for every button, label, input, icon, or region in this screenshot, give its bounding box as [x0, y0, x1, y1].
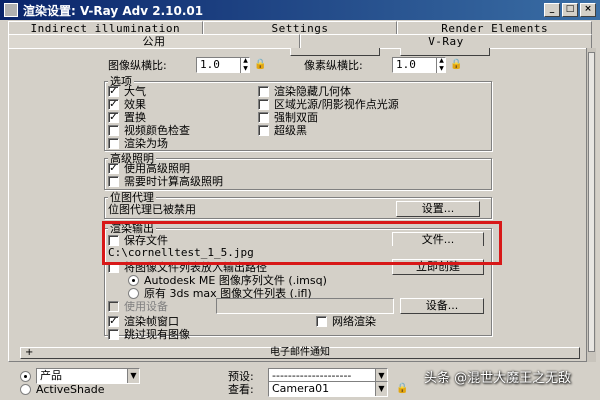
legacy-ifl-radio[interactable]: [128, 287, 139, 299]
view-label: 查看:: [228, 383, 254, 396]
option-render-to-fields[interactable]: 渲染为场: [108, 135, 168, 151]
option-render-to-fields-checkbox[interactable]: [108, 137, 119, 149]
option-video-color-check-checkbox[interactable]: [108, 124, 119, 136]
product-mode-radio[interactable]: [20, 370, 31, 382]
annotation-highlight-box: [102, 221, 502, 265]
minimize-button[interactable]: _: [544, 3, 560, 17]
chevron-down-icon: ▼: [375, 382, 387, 396]
chevron-down-icon: ▼: [127, 369, 139, 383]
tab-vray[interactable]: V-Ray: [300, 34, 592, 49]
bitmap-proxy-status: 位图代理已被禁用: [108, 203, 196, 216]
pixel-aspect-label: 像素纵横比:: [304, 59, 363, 72]
option-displacement-checkbox[interactable]: ✓: [108, 111, 119, 123]
tab-common[interactable]: 公用: [8, 34, 300, 49]
render-frame-window-checkbox[interactable]: ✓: [108, 315, 119, 327]
option-render-hidden-checkbox[interactable]: [258, 85, 269, 97]
compute-advanced-lighting-checkbox[interactable]: [108, 175, 119, 187]
option-area-lights-as-points-checkbox[interactable]: [258, 98, 269, 110]
use-device-option[interactable]: 使用设备: [108, 298, 168, 314]
use-device-checkbox[interactable]: [108, 300, 119, 312]
bitmap-proxy-setup-button[interactable]: 设置...: [396, 201, 480, 217]
device-name-field: [216, 298, 394, 314]
activeshade-mode-option[interactable]: ActiveShade: [20, 381, 104, 397]
clipped-button-right[interactable]: [400, 48, 490, 56]
close-button[interactable]: ×: [580, 3, 596, 17]
scrollbar-thumb[interactable]: [588, 52, 595, 352]
net-render-checkbox[interactable]: [316, 315, 327, 327]
window-titlebar[interactable]: 渲染设置: V-Ray Adv 2.10.01 _ □ ×: [0, 0, 600, 20]
net-render-option[interactable]: 网络渲染: [316, 313, 376, 329]
tab-row-bottom: 公用 V-Ray: [8, 34, 592, 49]
image-aspect-spinner[interactable]: ▲ ▼: [240, 57, 250, 73]
rollout-expand-icon: +: [25, 347, 34, 358]
watermark: 头条 @混世大魔王之无敌: [424, 371, 572, 386]
window-title: 渲染设置: V-Ray Adv 2.10.01: [23, 3, 204, 18]
option-effects-checkbox[interactable]: ✓: [108, 98, 119, 110]
image-aspect-lock-icon[interactable]: 🔒: [254, 58, 266, 72]
option-super-black-checkbox[interactable]: [258, 124, 269, 136]
pixel-aspect-spinner[interactable]: ▲ ▼: [436, 57, 446, 73]
app-icon: [4, 3, 18, 17]
use-advanced-lighting-checkbox[interactable]: ✓: [108, 162, 119, 174]
view-select[interactable]: Camera01 ▼: [268, 381, 388, 397]
clipped-button-left[interactable]: [290, 48, 380, 56]
skip-existing-checkbox[interactable]: [108, 328, 119, 340]
skip-existing-option[interactable]: 跳过现有图像: [108, 326, 190, 342]
compute-advanced-lighting[interactable]: 需要时计算高级照明: [108, 173, 223, 189]
option-atmospherics-checkbox[interactable]: ✓: [108, 85, 119, 97]
image-aspect-label: 图像纵横比:: [108, 59, 167, 72]
email-notification-label: 电子邮件通知: [270, 347, 330, 358]
panel-scrollbar[interactable]: [586, 48, 596, 362]
pixel-aspect-lock-icon[interactable]: 🔒: [450, 58, 462, 72]
option-force-2-sided-checkbox[interactable]: [258, 111, 269, 123]
option-super-black[interactable]: 超级黑: [258, 122, 307, 138]
activeshade-mode-radio[interactable]: [20, 383, 31, 395]
view-lock-icon[interactable]: 🔒: [396, 382, 408, 396]
autodesk-sequence-radio[interactable]: [128, 274, 139, 286]
maximize-button[interactable]: □: [562, 3, 578, 17]
devices-button[interactable]: 设备...: [400, 298, 484, 314]
email-notification-rollout[interactable]: + 电子邮件通知: [20, 347, 580, 359]
